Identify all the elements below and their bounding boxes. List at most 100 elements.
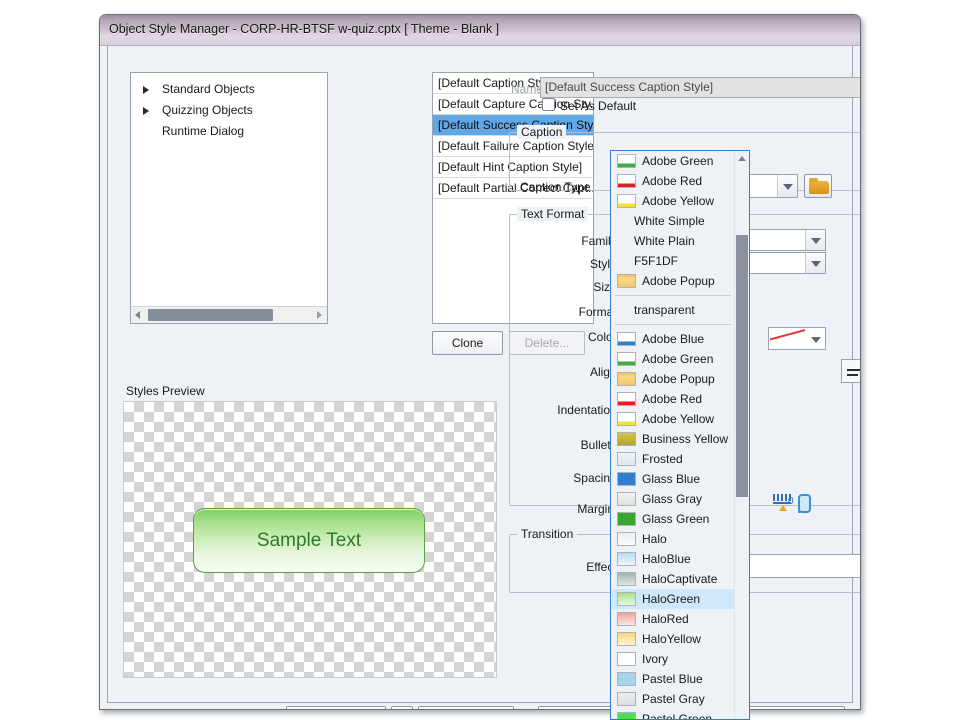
dropdown-item[interactable]: HaloBlue	[612, 549, 734, 569]
dropdown-item[interactable]: Glass Gray	[612, 489, 734, 509]
dropdown-separator	[615, 324, 731, 325]
dropdown-item-label: Adobe Blue	[642, 332, 705, 346]
text-color-picker[interactable]	[768, 327, 826, 350]
caption-type-dropdown-popup[interactable]: Adobe Green Adobe Red Adobe Yellow White Si…	[610, 150, 750, 720]
swatch-adobe-red	[617, 392, 636, 406]
dropdown-item-label: Adobe Red	[642, 174, 703, 188]
dropdown-item-label: White Simple	[634, 214, 705, 228]
swatch-halo	[617, 532, 636, 546]
tree-item[interactable]: Quizzing Objects	[162, 103, 253, 117]
chevron-down-icon[interactable]	[777, 175, 797, 197]
dropdown-item-label: HaloBlue	[642, 552, 691, 566]
swatch-glass-gray	[617, 492, 636, 506]
dropdown-item-label: Adobe Yellow	[642, 194, 715, 208]
dropdown-item[interactable]: Glass Blue	[612, 469, 734, 489]
spacing-label: Spacing:	[573, 471, 620, 485]
scroll-up-arrow-icon[interactable]	[738, 156, 746, 161]
swatch-adobe-green	[617, 154, 636, 168]
folder-icon	[809, 178, 829, 194]
dropdown-item-label: Halo	[642, 532, 667, 546]
dropdown-item[interactable]: HaloCaptivate	[612, 569, 734, 589]
dropdown-scroll-thumb[interactable]	[736, 235, 748, 497]
tree-expander-1[interactable]	[143, 107, 149, 115]
dropdown-item[interactable]: Adobe Red	[612, 389, 734, 409]
dropdown-item[interactable]: Halo	[612, 529, 734, 549]
tree-item[interactable]: Standard Objects	[162, 82, 255, 96]
caption-type-label: Caption Type	[520, 180, 591, 194]
bullets-label: Bullets:	[580, 438, 620, 452]
dropdown-item[interactable]: F5F1DF	[612, 251, 734, 271]
dropdown-item[interactable]: White Plain	[612, 231, 734, 251]
dropdown-item[interactable]: Adobe Yellow	[612, 191, 734, 211]
chevron-down-icon[interactable]	[805, 230, 825, 250]
dropdown-item[interactable]: Ivory	[612, 649, 734, 669]
swatch-frosted	[617, 452, 636, 466]
dropdown-item[interactable]: HaloGreen	[612, 589, 734, 609]
dropdown-item[interactable]: Adobe Red	[612, 171, 734, 191]
dropdown-item-label: Frosted	[642, 452, 683, 466]
dropdown-item-label: transparent	[634, 303, 695, 317]
cancel-button[interactable]: Cancel	[749, 706, 845, 709]
chevron-down-icon[interactable]	[805, 253, 825, 273]
dropdown-item-label: Glass Gray	[642, 492, 703, 506]
set-as-default-checkbox[interactable]	[542, 98, 555, 111]
set-as-default-label: Set As Default	[560, 99, 637, 113]
dropdown-item-label: Adobe Popup	[642, 372, 715, 386]
swatch-glass-blue	[617, 472, 636, 486]
object-tree-panel[interactable]: Standard Objects Quizzing Objects Runtime …	[130, 72, 328, 324]
dropdown-item-label: HaloYellow	[642, 632, 701, 646]
dropdown-item[interactable]: Glass Green	[612, 509, 734, 529]
dropdown-item[interactable]: Adobe Green	[612, 349, 734, 369]
dropdown-item[interactable]: HaloYellow	[612, 629, 734, 649]
chevron-down-icon[interactable]	[806, 328, 825, 349]
styles-preview-title: Styles Preview	[126, 384, 205, 398]
import-button[interactable]: Import...	[286, 706, 386, 709]
caption-group-legend: Caption	[517, 125, 567, 139]
scroll-thumb[interactable]	[148, 309, 273, 321]
align-left-button[interactable]	[842, 360, 860, 382]
style-name-field: [Default Success Caption Style]	[540, 77, 860, 98]
style-label: Style:	[589, 257, 620, 271]
dropdown-item[interactable]: Adobe Popup	[612, 271, 734, 291]
clone-button[interactable]: Clone	[432, 331, 503, 355]
dropdown-item[interactable]: White Simple	[612, 211, 734, 231]
dropdown-item[interactable]: Adobe Popup	[612, 369, 734, 389]
tree-horizontal-scrollbar[interactable]	[131, 306, 327, 323]
object-tree[interactable]: Standard Objects Quizzing Objects Runtime …	[131, 73, 327, 306]
dropdown-item[interactable]: Adobe Green	[612, 151, 734, 171]
dropdown-item[interactable]: Pastel Blue	[612, 669, 734, 689]
export-button[interactable]: Export...	[418, 706, 514, 709]
transition-group-legend: Transition	[517, 527, 578, 541]
swatch-adobe-green	[617, 352, 636, 366]
swatch-halo-captivate	[617, 572, 636, 586]
dropdown-scrollbar[interactable]	[734, 151, 749, 719]
dropdown-item-label: Glass Blue	[642, 472, 701, 486]
swatch-pastel-gray	[617, 692, 636, 706]
dropdown-item-label: Pastel Green	[642, 712, 713, 720]
dropdown-item[interactable]: HaloRed	[612, 609, 734, 629]
dropdown-item[interactable]: transparent	[612, 300, 734, 320]
dropdown-item[interactable]: Adobe Blue	[612, 329, 734, 349]
dropdown-item[interactable]: Pastel Green	[612, 709, 734, 720]
dropdown-item[interactable]: Frosted	[612, 449, 734, 469]
tree-item[interactable]: Runtime Dialog	[162, 124, 244, 138]
tree-expander-0[interactable]	[143, 86, 149, 94]
caption-type-dropdown-list[interactable]: Adobe Green Adobe Red Adobe Yellow White Si…	[611, 151, 749, 719]
dropdown-item-label: Adobe Green	[642, 154, 714, 168]
dropdown-item-label: HaloGreen	[642, 592, 701, 606]
swatch-glass-green	[617, 512, 636, 526]
dropdown-item[interactable]: Business Yellow	[612, 429, 734, 449]
import-menu-button[interactable]	[391, 706, 413, 709]
dropdown-item[interactable]: Adobe Yellow	[612, 409, 734, 429]
caption-browse-button[interactable]	[804, 174, 832, 198]
space-after-icon[interactable]	[798, 494, 811, 514]
swatch-pastel-green	[617, 712, 636, 719]
align-button-group[interactable]	[841, 359, 860, 383]
dropdown-item-label: Adobe Green	[642, 352, 714, 366]
margins-label: Margins	[577, 502, 620, 516]
dropdown-item[interactable]: Pastel Gray	[612, 689, 734, 709]
effect-label-text: Effect:	[586, 560, 620, 574]
scroll-left-arrow-icon[interactable]	[135, 311, 140, 319]
dropdown-item-label: Glass Green	[642, 512, 710, 526]
scroll-right-arrow-icon[interactable]	[317, 311, 322, 319]
